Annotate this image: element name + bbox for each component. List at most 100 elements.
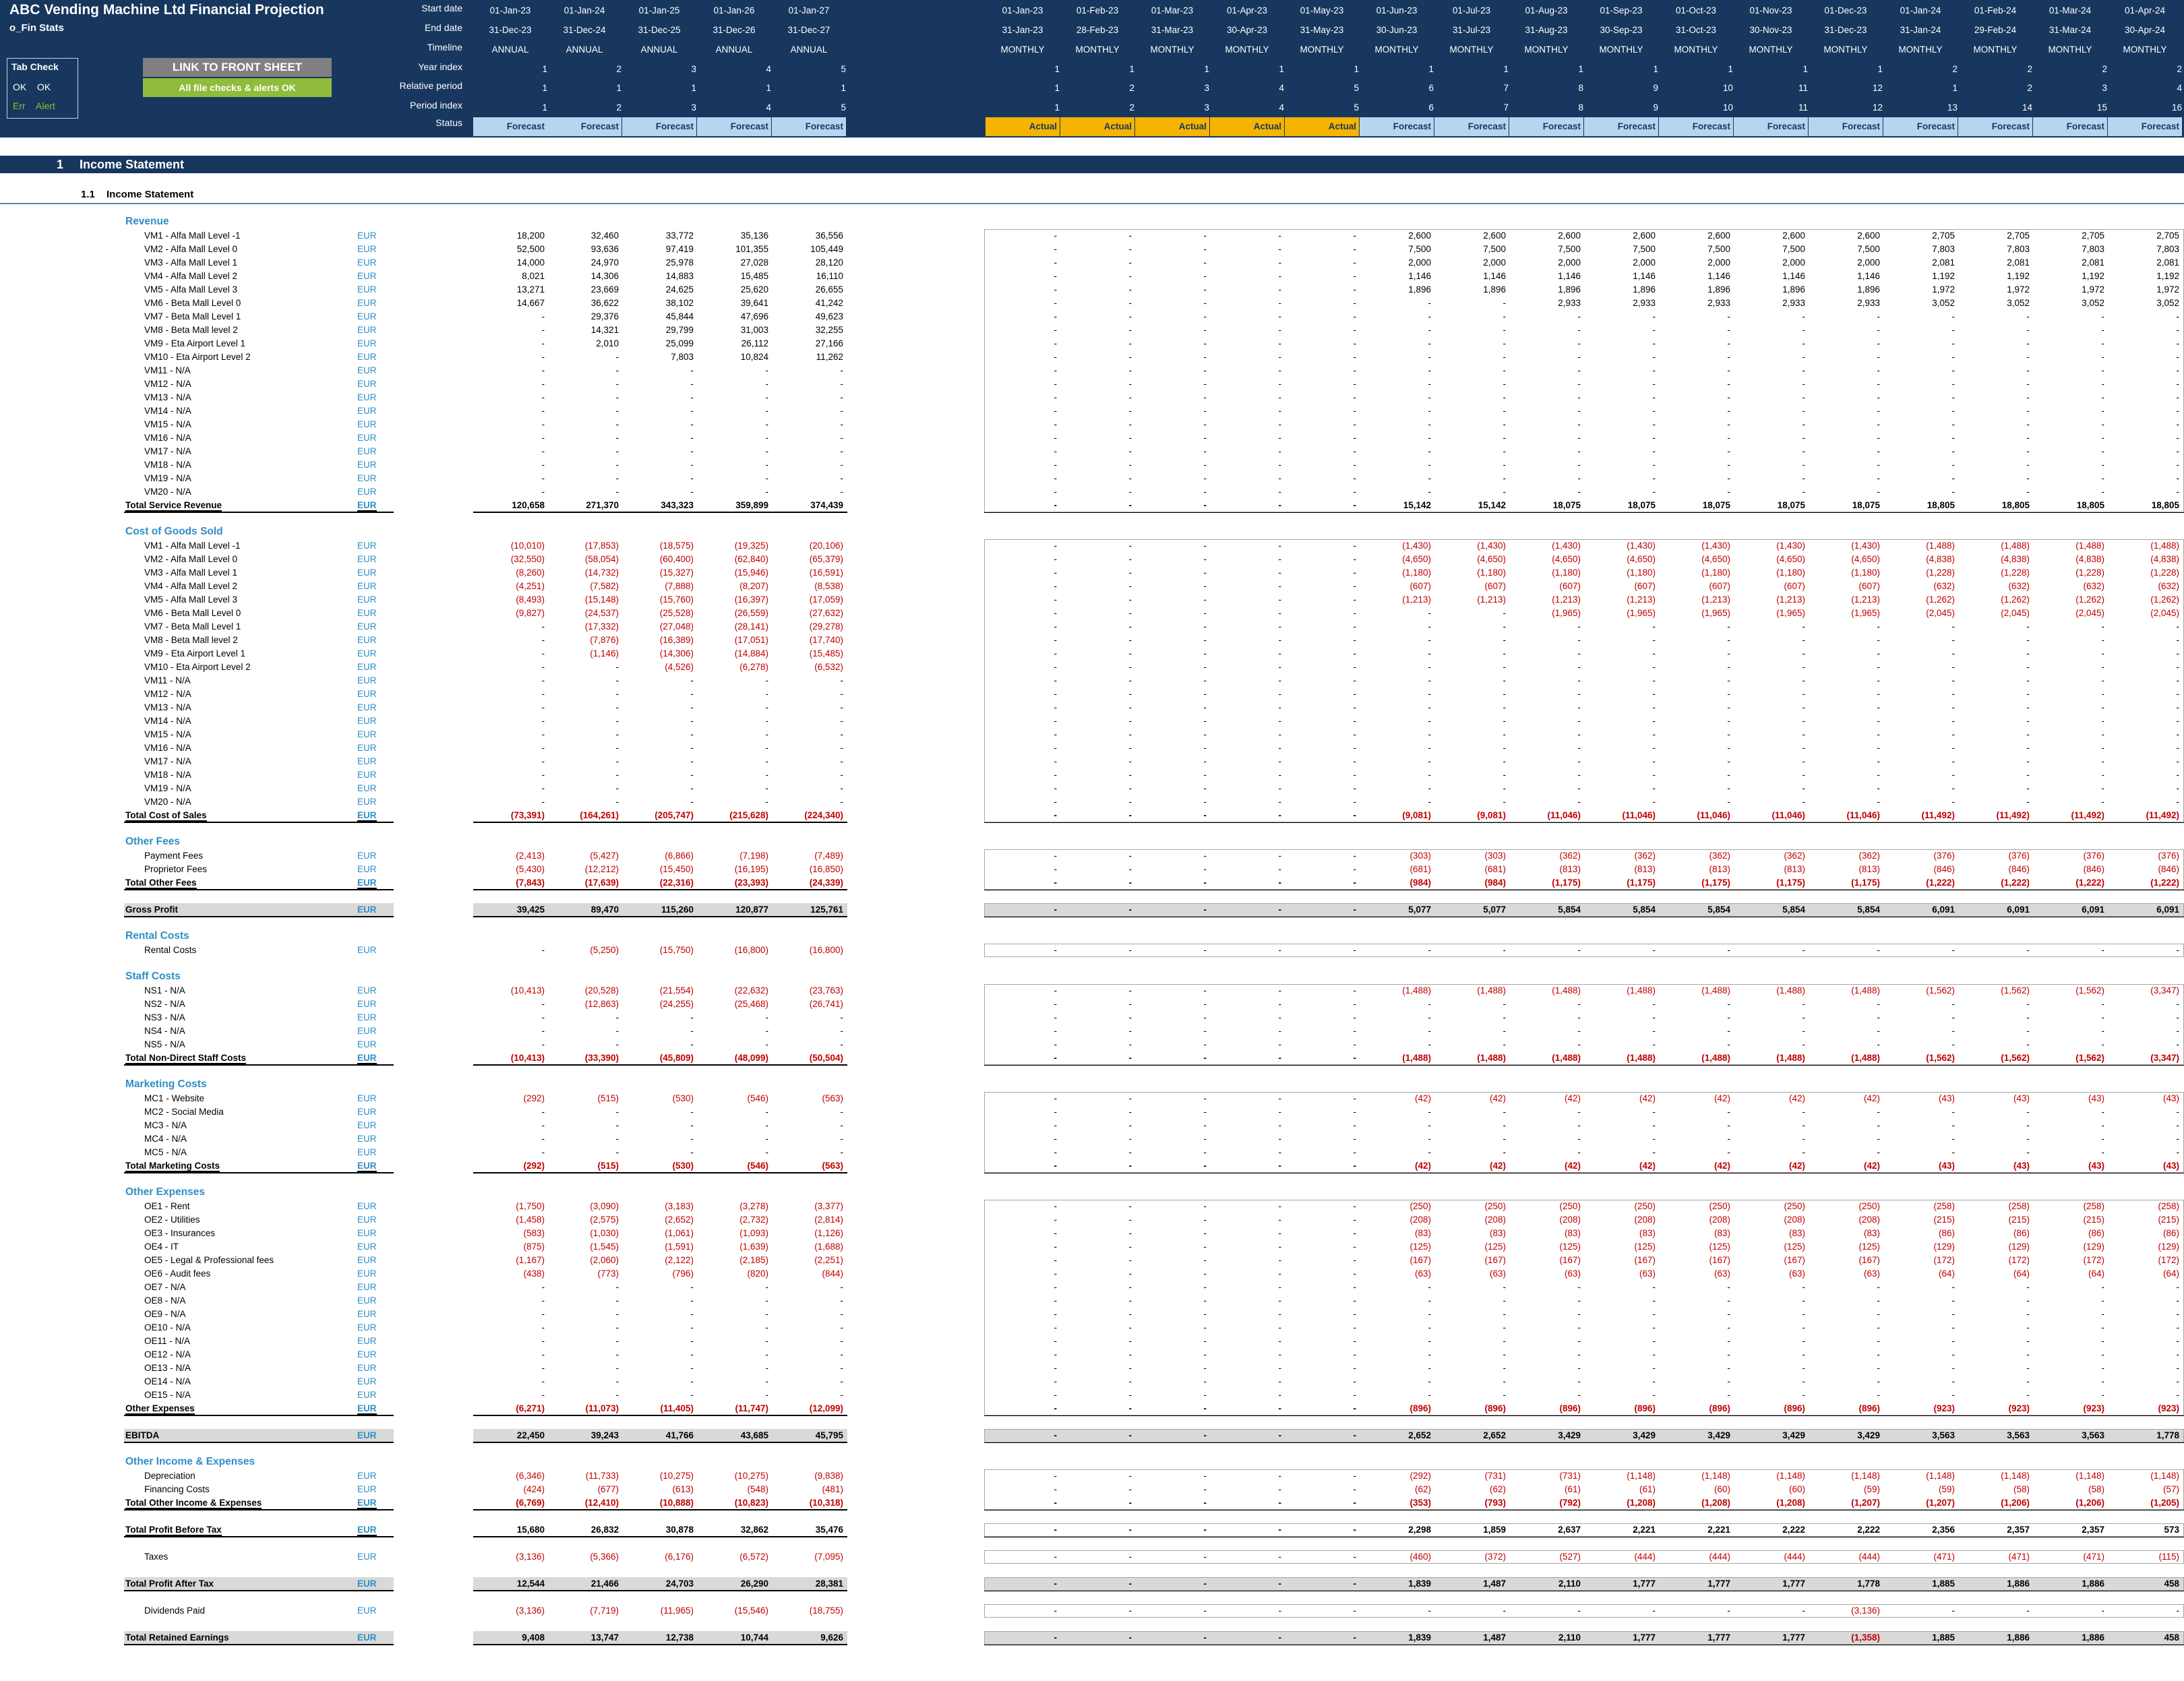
annual-value-cell: (7,095) xyxy=(814,1552,843,1562)
annual-value-cell: - xyxy=(840,716,844,726)
annual-value-cell: - xyxy=(541,716,545,726)
annual-value-cell: (65,379) xyxy=(809,554,843,564)
tab-check-alert: Alert xyxy=(36,100,55,111)
row-unit: EUR xyxy=(357,338,377,348)
annual-value-cell: (21,554) xyxy=(659,985,694,996)
annual-value-cell: (18,575) xyxy=(659,541,694,551)
annual-value-cell: - xyxy=(840,1390,844,1400)
annual-status-cell: Forecast xyxy=(473,117,547,136)
annual-period-index-cell: 3 xyxy=(691,102,696,113)
annual-value-cell: - xyxy=(690,433,694,443)
annual-value-cell: 24,970 xyxy=(590,257,619,268)
link-to-front-sheet-button[interactable]: LINK TO FRONT SHEET xyxy=(143,58,332,77)
annual-value-cell: (1,093) xyxy=(739,1228,768,1238)
annual-value-cell: - xyxy=(541,325,545,335)
total-rule xyxy=(124,889,394,890)
row-unit: EUR xyxy=(357,905,377,915)
annual-value-cell: (15,485) xyxy=(809,648,843,659)
monthly-period-index-cell: 2 xyxy=(1129,102,1134,113)
annual-value-cell: 52,500 xyxy=(516,244,545,254)
monthly-relative-period-cell: 3 xyxy=(1204,83,1209,93)
monthly-start-cell: 01-Mar-24 xyxy=(2049,5,2092,16)
annual-value-cell: - xyxy=(765,689,769,699)
monthly-start-cell: 01-Apr-24 xyxy=(2124,5,2166,16)
annual-value-cell: (24,255) xyxy=(659,999,694,1009)
monthly-status-cell: Forecast xyxy=(1434,117,1509,136)
row-label: VM20 - N/A xyxy=(144,797,191,807)
annual-value-cell: (26,559) xyxy=(734,608,768,618)
row-unit: EUR xyxy=(357,231,377,241)
row-label: OE15 - N/A xyxy=(144,1390,191,1400)
monthly-year-index-cell: 1 xyxy=(1653,64,1658,74)
annual-value-cell: - xyxy=(541,311,545,322)
row-label: OE14 - N/A xyxy=(144,1376,191,1386)
monthly-end-cell: 30-Jun-23 xyxy=(1376,25,1418,35)
total-rule xyxy=(124,1415,394,1416)
row-label: OE13 - N/A xyxy=(144,1363,191,1373)
annual-period-index-cell: 4 xyxy=(766,102,771,113)
monthly-block-frame xyxy=(984,1429,2184,1442)
annual-value-cell: - xyxy=(765,446,769,456)
total-rule xyxy=(473,822,847,823)
row-label: VM12 - N/A xyxy=(144,689,191,699)
total-rule xyxy=(124,1536,394,1537)
annual-value-cell: 39,425 xyxy=(516,905,545,915)
annual-value-cell: - xyxy=(840,473,844,483)
annual-value-cell: (530) xyxy=(672,1161,694,1171)
row-label: VM3 - Alfa Mall Level 1 xyxy=(144,257,238,268)
annual-value-cell: (17,059) xyxy=(809,594,843,605)
annual-value-cell: (8,538) xyxy=(814,581,843,591)
row-label: OE6 - Audit fees xyxy=(144,1269,211,1279)
annual-value-cell: - xyxy=(690,1295,694,1306)
annual-timeline-cell: ANNUAL xyxy=(715,44,753,55)
annual-value-cell: - xyxy=(690,743,694,753)
row-label: Proprietor Fees xyxy=(144,864,208,874)
annual-value-cell: - xyxy=(615,797,619,807)
total-rule xyxy=(124,1064,394,1066)
annual-value-cell: (73,391) xyxy=(510,810,545,820)
row-unit: EUR xyxy=(357,851,377,861)
annual-value-cell: (16,195) xyxy=(734,864,768,874)
annual-value-cell: - xyxy=(541,756,545,766)
annual-value-cell: 10,744 xyxy=(740,1632,768,1643)
annual-value-cell: - xyxy=(615,1295,619,1306)
annual-value-cell: (28,141) xyxy=(734,621,768,632)
monthly-year-index-cell: 1 xyxy=(1279,64,1284,74)
tab-check-title: Tab Check xyxy=(11,61,59,72)
monthly-status-cell: Actual xyxy=(1135,117,1209,136)
annual-value-cell: - xyxy=(541,729,545,739)
annual-value-cell: (17,332) xyxy=(584,621,619,632)
annual-value-cell: - xyxy=(840,460,844,470)
monthly-period-index-cell: 1 xyxy=(1054,102,1060,113)
total-rule xyxy=(124,1442,394,1443)
row-label: EBITDA xyxy=(125,1430,160,1440)
annual-value-cell: - xyxy=(615,729,619,739)
category-heading: Revenue xyxy=(0,216,2184,229)
annual-value-cell: - xyxy=(840,756,844,766)
row-label: VM19 - N/A xyxy=(144,783,191,793)
monthly-year-index-cell: 1 xyxy=(1877,64,1883,74)
monthly-block-frame xyxy=(984,229,2184,512)
row-label: VM4 - Alfa Mall Level 2 xyxy=(144,581,238,591)
annual-value-cell: - xyxy=(690,756,694,766)
annual-value-cell: 343,323 xyxy=(661,500,694,510)
annual-value-cell: (5,366) xyxy=(590,1552,619,1562)
row-label: VM2 - Alfa Mall Level 0 xyxy=(144,244,238,254)
monthly-timeline-cell: MONTHLY xyxy=(1823,44,1868,55)
annual-value-cell: (25,528) xyxy=(659,608,694,618)
monthly-end-cell: 31-Jul-23 xyxy=(1452,25,1491,35)
annual-value-cell: - xyxy=(690,1134,694,1144)
annual-value-cell: - xyxy=(615,1349,619,1359)
row-label: Rental Costs xyxy=(144,945,197,955)
row-unit: EUR xyxy=(357,783,377,793)
annual-value-cell: - xyxy=(615,1120,619,1130)
monthly-start-cell: 01-Sep-23 xyxy=(1600,5,1643,16)
annual-value-cell: 36,622 xyxy=(590,298,619,308)
annual-value-cell: (2,652) xyxy=(665,1215,694,1225)
annual-value-cell: (1,545) xyxy=(590,1242,619,1252)
annual-value-cell: (5,250) xyxy=(590,945,619,955)
timeline-label-status: Status xyxy=(435,117,462,128)
row-unit: EUR xyxy=(357,1349,377,1359)
annual-value-cell: - xyxy=(615,756,619,766)
annual-value-cell: (6,769) xyxy=(516,1498,545,1508)
